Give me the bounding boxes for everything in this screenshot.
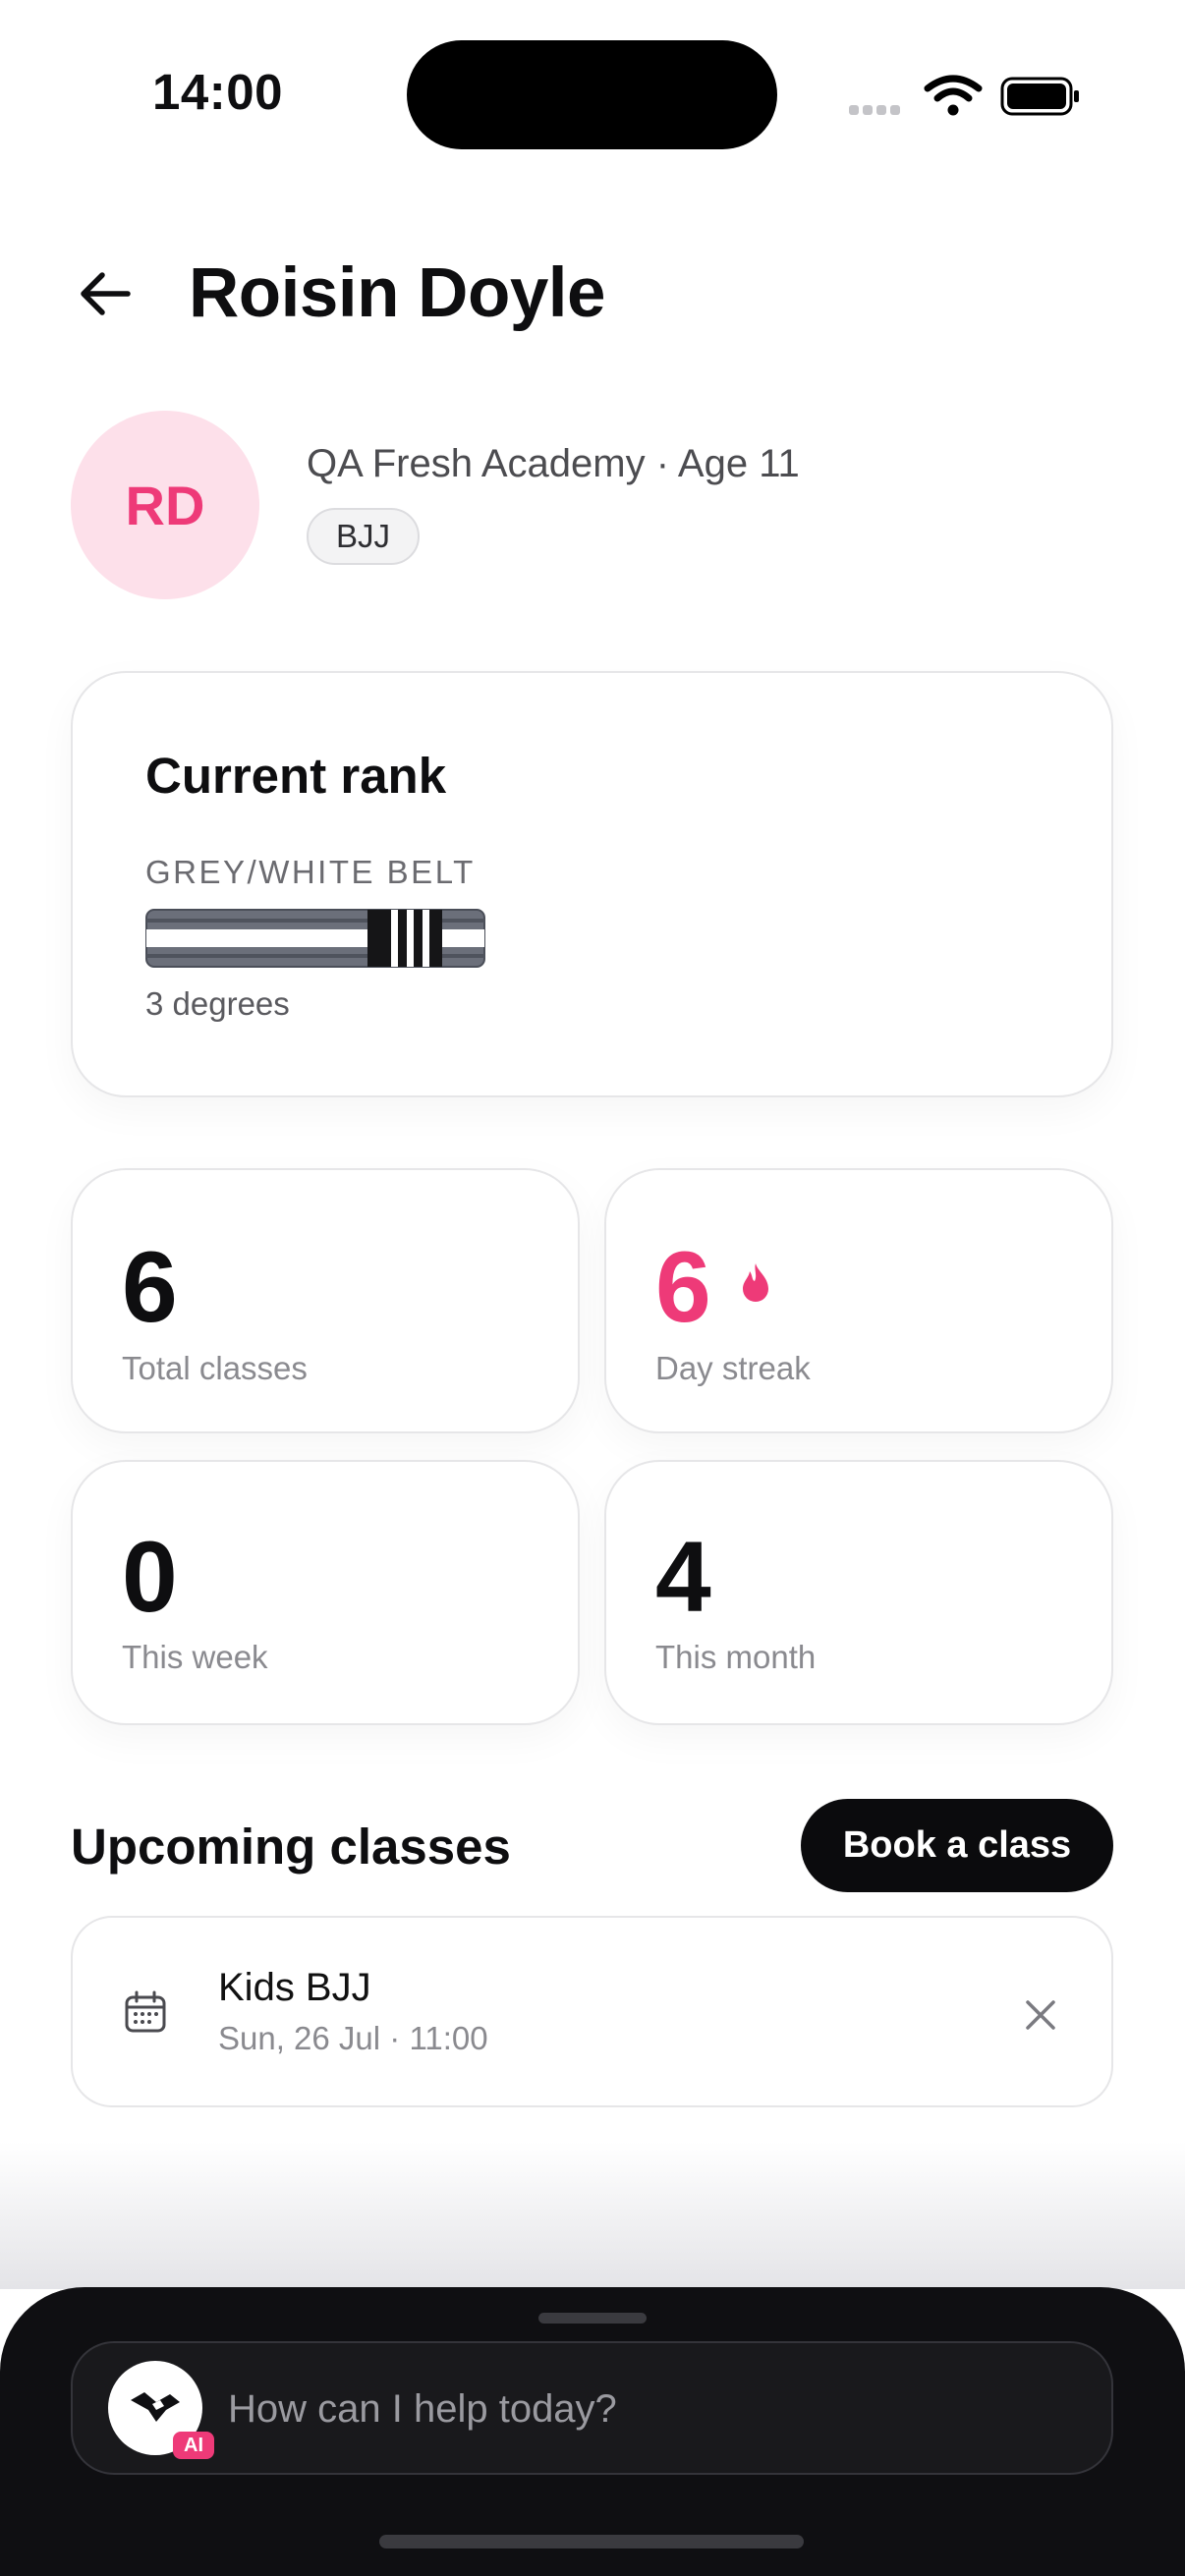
page-title: Roisin Doyle bbox=[189, 254, 606, 332]
upcoming-classes-heading: Upcoming classes bbox=[71, 1819, 511, 1875]
degree-stripe bbox=[391, 910, 398, 967]
upcoming-class-item[interactable] bbox=[71, 1916, 1113, 2107]
assistant-input[interactable] bbox=[228, 2381, 1073, 2436]
class-name: Kids BJJ bbox=[218, 1966, 371, 2009]
back-arrow-icon[interactable] bbox=[77, 265, 134, 322]
cellular-signal-icon bbox=[849, 102, 904, 120]
bottom-fade bbox=[0, 2142, 1185, 2289]
belt-name: GREY/WHITE BELT bbox=[145, 854, 476, 890]
stat-card-day-streak: 6 Day streak bbox=[604, 1168, 1113, 1433]
stat-card-total-classes: 6 Total classes bbox=[71, 1168, 580, 1433]
stat-value: 0 bbox=[122, 1521, 178, 1633]
avatar-initials: RD bbox=[125, 474, 205, 536]
stat-value: 6 bbox=[122, 1231, 178, 1343]
rank-heading: Current rank bbox=[145, 748, 447, 804]
calendar-icon bbox=[125, 1990, 166, 2033]
discipline-badge: BJJ bbox=[307, 508, 421, 565]
wifi-icon bbox=[924, 75, 983, 116]
dynamic-island bbox=[407, 40, 777, 149]
ai-badge: AI bbox=[173, 2432, 214, 2459]
sheet-drag-handle[interactable] bbox=[538, 2313, 647, 2324]
belt-graphic bbox=[145, 909, 485, 968]
profile-meta: QA Fresh Academy · Age 11 bbox=[307, 442, 800, 485]
battery-icon bbox=[1000, 77, 1079, 116]
avatar: RD bbox=[71, 411, 259, 599]
stat-label: Day streak bbox=[655, 1350, 811, 1386]
stat-label: This week bbox=[122, 1639, 268, 1675]
stat-label: This month bbox=[655, 1639, 817, 1675]
stat-card-this-month: 4 This month bbox=[604, 1460, 1113, 1725]
stat-value: 4 bbox=[655, 1521, 711, 1633]
flame-icon bbox=[743, 1263, 768, 1302]
class-datetime: Sun, 26 Jul · 11:00 bbox=[218, 2020, 488, 2056]
degrees-label: 3 degrees bbox=[145, 985, 290, 1022]
home-indicator bbox=[379, 2535, 804, 2548]
degree-stripe bbox=[423, 910, 429, 967]
book-class-button[interactable]: Book a class bbox=[801, 1799, 1113, 1892]
stat-label: Total classes bbox=[122, 1350, 308, 1386]
assistant-logo-mark-icon bbox=[131, 2392, 180, 2422]
degree-stripe bbox=[407, 910, 414, 967]
status-time: 14:00 bbox=[152, 64, 283, 120]
cancel-booking-icon[interactable] bbox=[1022, 1996, 1059, 2034]
stat-value: 6 bbox=[655, 1231, 711, 1343]
stat-card-this-week: 0 This week bbox=[71, 1460, 580, 1725]
